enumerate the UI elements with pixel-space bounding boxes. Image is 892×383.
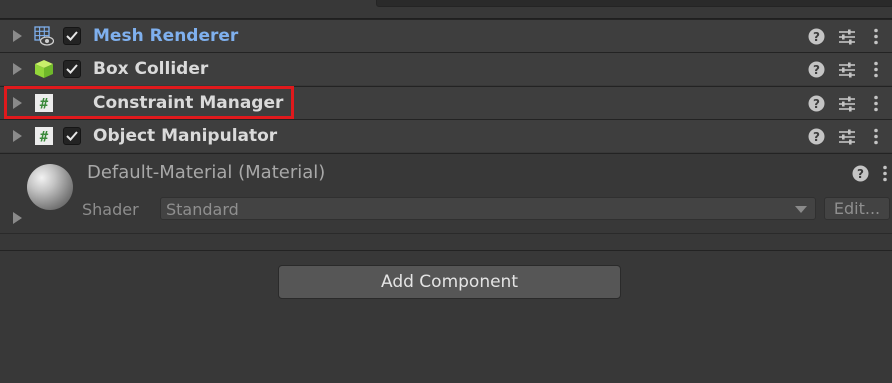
previous-field[interactable] [376,0,892,7]
help-icon[interactable]: ? [852,165,869,182]
svg-text:?: ? [813,97,820,111]
script-icon: # [35,127,53,146]
help-icon[interactable]: ? [808,61,825,78]
enabled-checkbox[interactable] [63,127,81,145]
component-title: Mesh Renderer [93,26,239,46]
help-icon[interactable]: ? [808,28,825,45]
checkmark-icon [66,31,78,41]
material-title: Default-Material (Material) [87,162,326,183]
checkmark-icon [66,131,78,141]
help-icon[interactable]: ? [808,95,825,112]
kebab-menu-icon[interactable] [873,28,879,45]
shader-value: Standard [166,200,239,219]
enabled-checkbox[interactable] [63,27,81,45]
component-header-object-manipulator[interactable]: # Object Manipulator ? [0,119,892,152]
svg-text:?: ? [813,30,820,44]
kebab-menu-icon[interactable] [873,128,879,145]
foldout-arrow-icon[interactable] [13,130,22,142]
presets-icon[interactable] [838,128,856,145]
kebab-menu-icon[interactable] [873,61,879,78]
checkmark-icon [66,64,78,74]
enabled-checkbox[interactable] [63,60,81,78]
component-header-mesh-renderer[interactable]: Mesh Renderer ? [0,19,892,52]
svg-text:?: ? [857,167,864,181]
kebab-menu-icon[interactable] [882,165,888,182]
add-component-button[interactable]: Add Component [278,265,621,299]
kebab-menu-icon[interactable] [873,95,879,112]
divider [0,250,892,251]
mesh-renderer-icon [34,26,54,46]
component-header-box-collider[interactable]: Box Collider ? [0,52,892,85]
presets-icon[interactable] [838,61,856,78]
previous-component-area [0,0,892,18]
edit-shader-button[interactable]: Edit... [824,197,890,220]
presets-icon[interactable] [838,28,856,45]
svg-text:?: ? [813,63,820,77]
chevron-down-icon [795,206,807,213]
material-section: Default-Material (Material) ? Shader Sta… [0,153,892,233]
foldout-arrow-icon[interactable] [13,30,22,42]
help-icon[interactable]: ? [808,128,825,145]
svg-text:#: # [40,130,49,146]
foldout-arrow-icon[interactable] [13,63,22,75]
shader-dropdown[interactable]: Standard [160,197,816,220]
presets-icon[interactable] [838,95,856,112]
highlight-box [4,86,294,119]
shader-label: Shader [82,200,139,219]
box-collider-icon [35,60,53,78]
component-title: Object Manipulator [93,126,278,146]
foldout-arrow-icon[interactable] [13,212,22,224]
divider [0,233,892,234]
component-title: Box Collider [93,59,209,79]
svg-text:?: ? [813,130,820,144]
material-preview-sphere [27,164,73,210]
